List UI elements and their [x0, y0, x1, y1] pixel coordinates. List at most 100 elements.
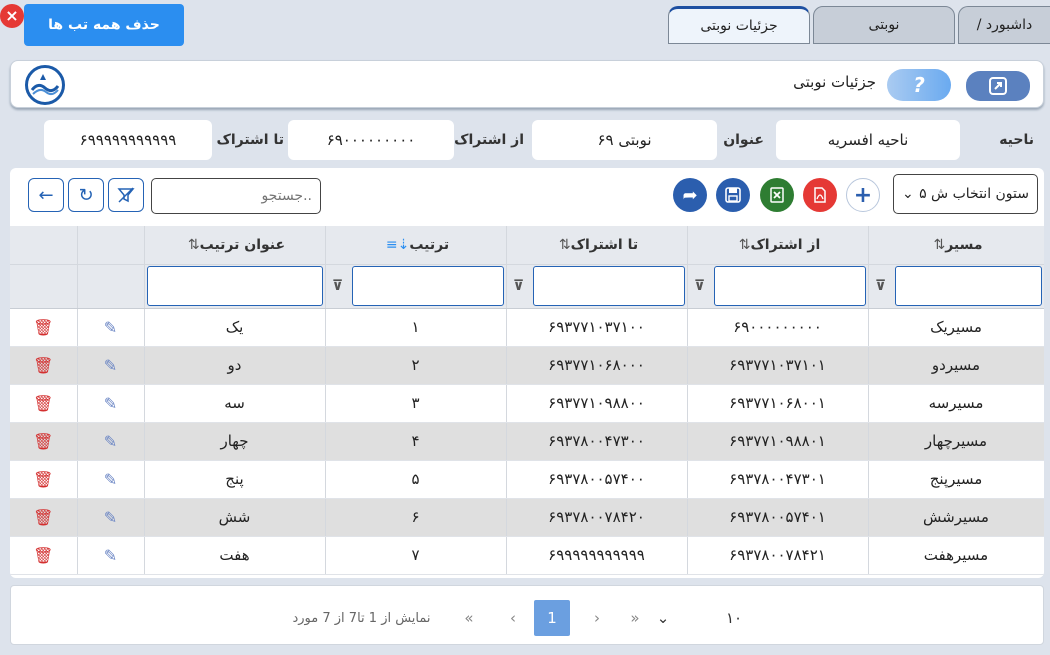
tab-nobati[interactable]: نوبتی: [813, 6, 955, 44]
pagination-summary: نمایش از 1 تا7 از 7 مورد: [292, 610, 431, 626]
clear-filter-button[interactable]: [108, 178, 144, 212]
filter-input-to[interactable]: [532, 266, 685, 306]
page-title: جزئیات نوبتی: [793, 73, 876, 91]
filter-off-icon: [117, 187, 135, 203]
filter-input-from[interactable]: [713, 266, 866, 306]
export-button[interactable]: ➦: [673, 178, 707, 212]
edit-pencil-icon[interactable]: ✎: [104, 508, 117, 527]
cell-route: مسیرپنج: [868, 460, 1044, 499]
edit-pencil-icon[interactable]: ✎: [104, 356, 117, 375]
add-button[interactable]: +: [846, 178, 880, 212]
cell-to: ۶۹۳۷۷۱۰۳۷۱۰۰: [506, 308, 688, 347]
column-header-edit: [77, 226, 145, 265]
page-size-select[interactable]: ۱۰: [719, 600, 749, 636]
cell-order-title: دو: [144, 346, 326, 385]
delete-trash-icon[interactable]: 🗑: [33, 508, 53, 527]
save-button[interactable]: [716, 178, 750, 212]
cell-from: ۶۹۳۷۸۰۰۵۷۴۰۱: [687, 498, 869, 537]
first-page-icon[interactable]: «: [457, 600, 481, 636]
data-grid: ← ↻ ➦ + ⌄ ۵ ستون انت: [10, 168, 1044, 578]
sort-icon[interactable]: ⇅: [933, 237, 945, 253]
edit-pencil-icon[interactable]: ✎: [104, 432, 117, 451]
export-excel-button[interactable]: [760, 178, 794, 212]
page-size-chevron-icon[interactable]: ⌄: [651, 600, 675, 636]
cell-from: ۶۹۰۰۰۰۰۰۰۰۰: [687, 308, 869, 347]
page-header: جزئیات نوبتی ?: [10, 60, 1044, 108]
column-select-label: ۵ ستون انتخاب ش: [919, 186, 1029, 202]
sort-ascending-icon[interactable]: ⇣≡: [386, 237, 409, 253]
filter-icon[interactable]: ⊽: [328, 278, 348, 294]
arrow-left-icon: ←: [38, 184, 54, 206]
column-header-order[interactable]: ترتیب⇣≡: [325, 226, 507, 265]
delete-trash-icon[interactable]: 🗑: [33, 470, 53, 489]
help-button[interactable]: ?: [887, 69, 951, 101]
edit-pencil-icon[interactable]: ✎: [104, 394, 117, 413]
sort-icon[interactable]: ⇅: [559, 237, 571, 253]
close-all-tabs-icon[interactable]: ×: [0, 4, 24, 28]
cell-order: ۵: [325, 460, 507, 499]
tab-details-label: جزئیات نوبتی: [700, 18, 778, 34]
edit-pencil-icon[interactable]: ✎: [104, 546, 117, 565]
to-subscription-field[interactable]: ۶۹۹۹۹۹۹۹۹۹۹۹: [44, 120, 212, 160]
delete-trash-icon[interactable]: 🗑: [33, 432, 53, 451]
edit-pencil-icon[interactable]: ✎: [104, 470, 117, 489]
cell-to: ۶۹۳۷۸۰۰۵۷۴۰۰: [506, 460, 688, 499]
search-input[interactable]: [151, 178, 321, 214]
cell-from: ۶۹۳۷۸۰۰۷۸۴۲۱: [687, 536, 869, 575]
region-label: ناحیه: [999, 132, 1034, 148]
refresh-button[interactable]: ↻: [68, 178, 104, 212]
cell-route: مسیرسه: [868, 384, 1044, 423]
filter-icon[interactable]: ⊽: [690, 278, 710, 294]
cell-order-title: یک: [144, 308, 326, 347]
column-header-route[interactable]: مسیر⇅: [868, 226, 1044, 265]
title-field[interactable]: نوبتی ۶۹: [532, 120, 717, 160]
filter-icon[interactable]: ⊽: [871, 278, 891, 294]
save-icon: [725, 187, 741, 203]
column-header-to[interactable]: تا اشتراک⇅: [506, 226, 688, 265]
column-header-order-title[interactable]: عنوان ترتیب⇅: [144, 226, 326, 265]
cell-order-title: هفت: [144, 536, 326, 575]
filter-input-order-title[interactable]: [146, 266, 323, 306]
pagination-bar: نمایش از 1 تا7 از 7 مورد « ‹ 1 › » ⌄ ۱۰: [10, 585, 1044, 645]
expand-button[interactable]: [966, 71, 1030, 101]
sort-icon[interactable]: ⇅: [739, 237, 751, 253]
tab-dashboard[interactable]: / داشبورد: [958, 6, 1050, 44]
tab-dashboard-label: / داشبورد: [976, 17, 1033, 33]
from-subscription-field[interactable]: ۶۹۰۰۰۰۰۰۰۰۰: [288, 120, 454, 160]
cell-order-title: پنج: [144, 460, 326, 499]
cell-order: ۲: [325, 346, 507, 385]
tab-nobati-label: نوبتی: [868, 17, 900, 33]
edit-pencil-icon[interactable]: ✎: [104, 318, 117, 337]
table-row[interactable]: مسیرپنج ۶۹۳۷۸۰۰۴۷۳۰۱ ۶۹۳۷۸۰۰۵۷۴۰۰ ۵ پنج …: [10, 460, 1044, 499]
cell-route: مسیریک: [868, 308, 1044, 347]
table-row[interactable]: مسیرسه ۶۹۳۷۷۱۰۶۸۰۰۱ ۶۹۳۷۷۱۰۹۸۸۰۰ ۳ سه ✎ …: [10, 384, 1044, 423]
table-row[interactable]: مسیردو ۶۹۳۷۷۱۰۳۷۱۰۱ ۶۹۳۷۷۱۰۶۸۰۰۰ ۲ دو ✎ …: [10, 346, 1044, 385]
sort-icon[interactable]: ⇅: [188, 237, 200, 253]
page-button-current[interactable]: 1: [534, 600, 570, 636]
column-select-dropdown[interactable]: ⌄ ۵ ستون انتخاب ش: [893, 174, 1038, 214]
prev-page-icon[interactable]: ‹: [501, 600, 525, 636]
delete-trash-icon[interactable]: 🗑: [33, 394, 53, 413]
export-pdf-button[interactable]: [803, 178, 837, 212]
filter-input-order[interactable]: [351, 266, 504, 306]
filter-input-route[interactable]: [894, 266, 1042, 306]
remove-all-tabs-button[interactable]: حذف همه تب ها: [24, 4, 184, 46]
delete-trash-icon[interactable]: 🗑: [33, 318, 53, 337]
excel-icon: [770, 187, 784, 203]
back-button[interactable]: ←: [28, 178, 64, 212]
filter-icon[interactable]: ⊽: [509, 278, 529, 294]
table-row[interactable]: مسیرشش ۶۹۳۷۸۰۰۵۷۴۰۱ ۶۹۳۷۸۰۰۷۸۴۲۰ ۶ شش ✎ …: [10, 498, 1044, 537]
last-page-icon[interactable]: »: [623, 600, 647, 636]
table-row[interactable]: مسیریک ۶۹۰۰۰۰۰۰۰۰۰ ۶۹۳۷۷۱۰۳۷۱۰۰ ۱ یک ✎ 🗑: [10, 308, 1044, 347]
region-field[interactable]: ناحیه افسریه: [776, 120, 960, 160]
table-row[interactable]: مسیرهفت ۶۹۳۷۸۰۰۷۸۴۲۱ ۶۹۹۹۹۹۹۹۹۹۹۹ ۷ هفت …: [10, 536, 1044, 575]
column-header-from[interactable]: از اشتراک⇅: [687, 226, 869, 265]
next-page-icon[interactable]: ›: [585, 600, 609, 636]
tab-details[interactable]: جزئیات نوبتی: [668, 6, 810, 44]
cell-route: مسیردو: [868, 346, 1044, 385]
delete-trash-icon[interactable]: 🗑: [33, 546, 53, 565]
cell-route: مسیرهفت: [868, 536, 1044, 575]
from-subscription-label: از اشتراک: [454, 132, 524, 148]
delete-trash-icon[interactable]: 🗑: [33, 356, 53, 375]
table-row[interactable]: مسیرچهار ۶۹۳۷۷۱۰۹۸۸۰۱ ۶۹۳۷۸۰۰۴۷۳۰۰ ۴ چها…: [10, 422, 1044, 461]
